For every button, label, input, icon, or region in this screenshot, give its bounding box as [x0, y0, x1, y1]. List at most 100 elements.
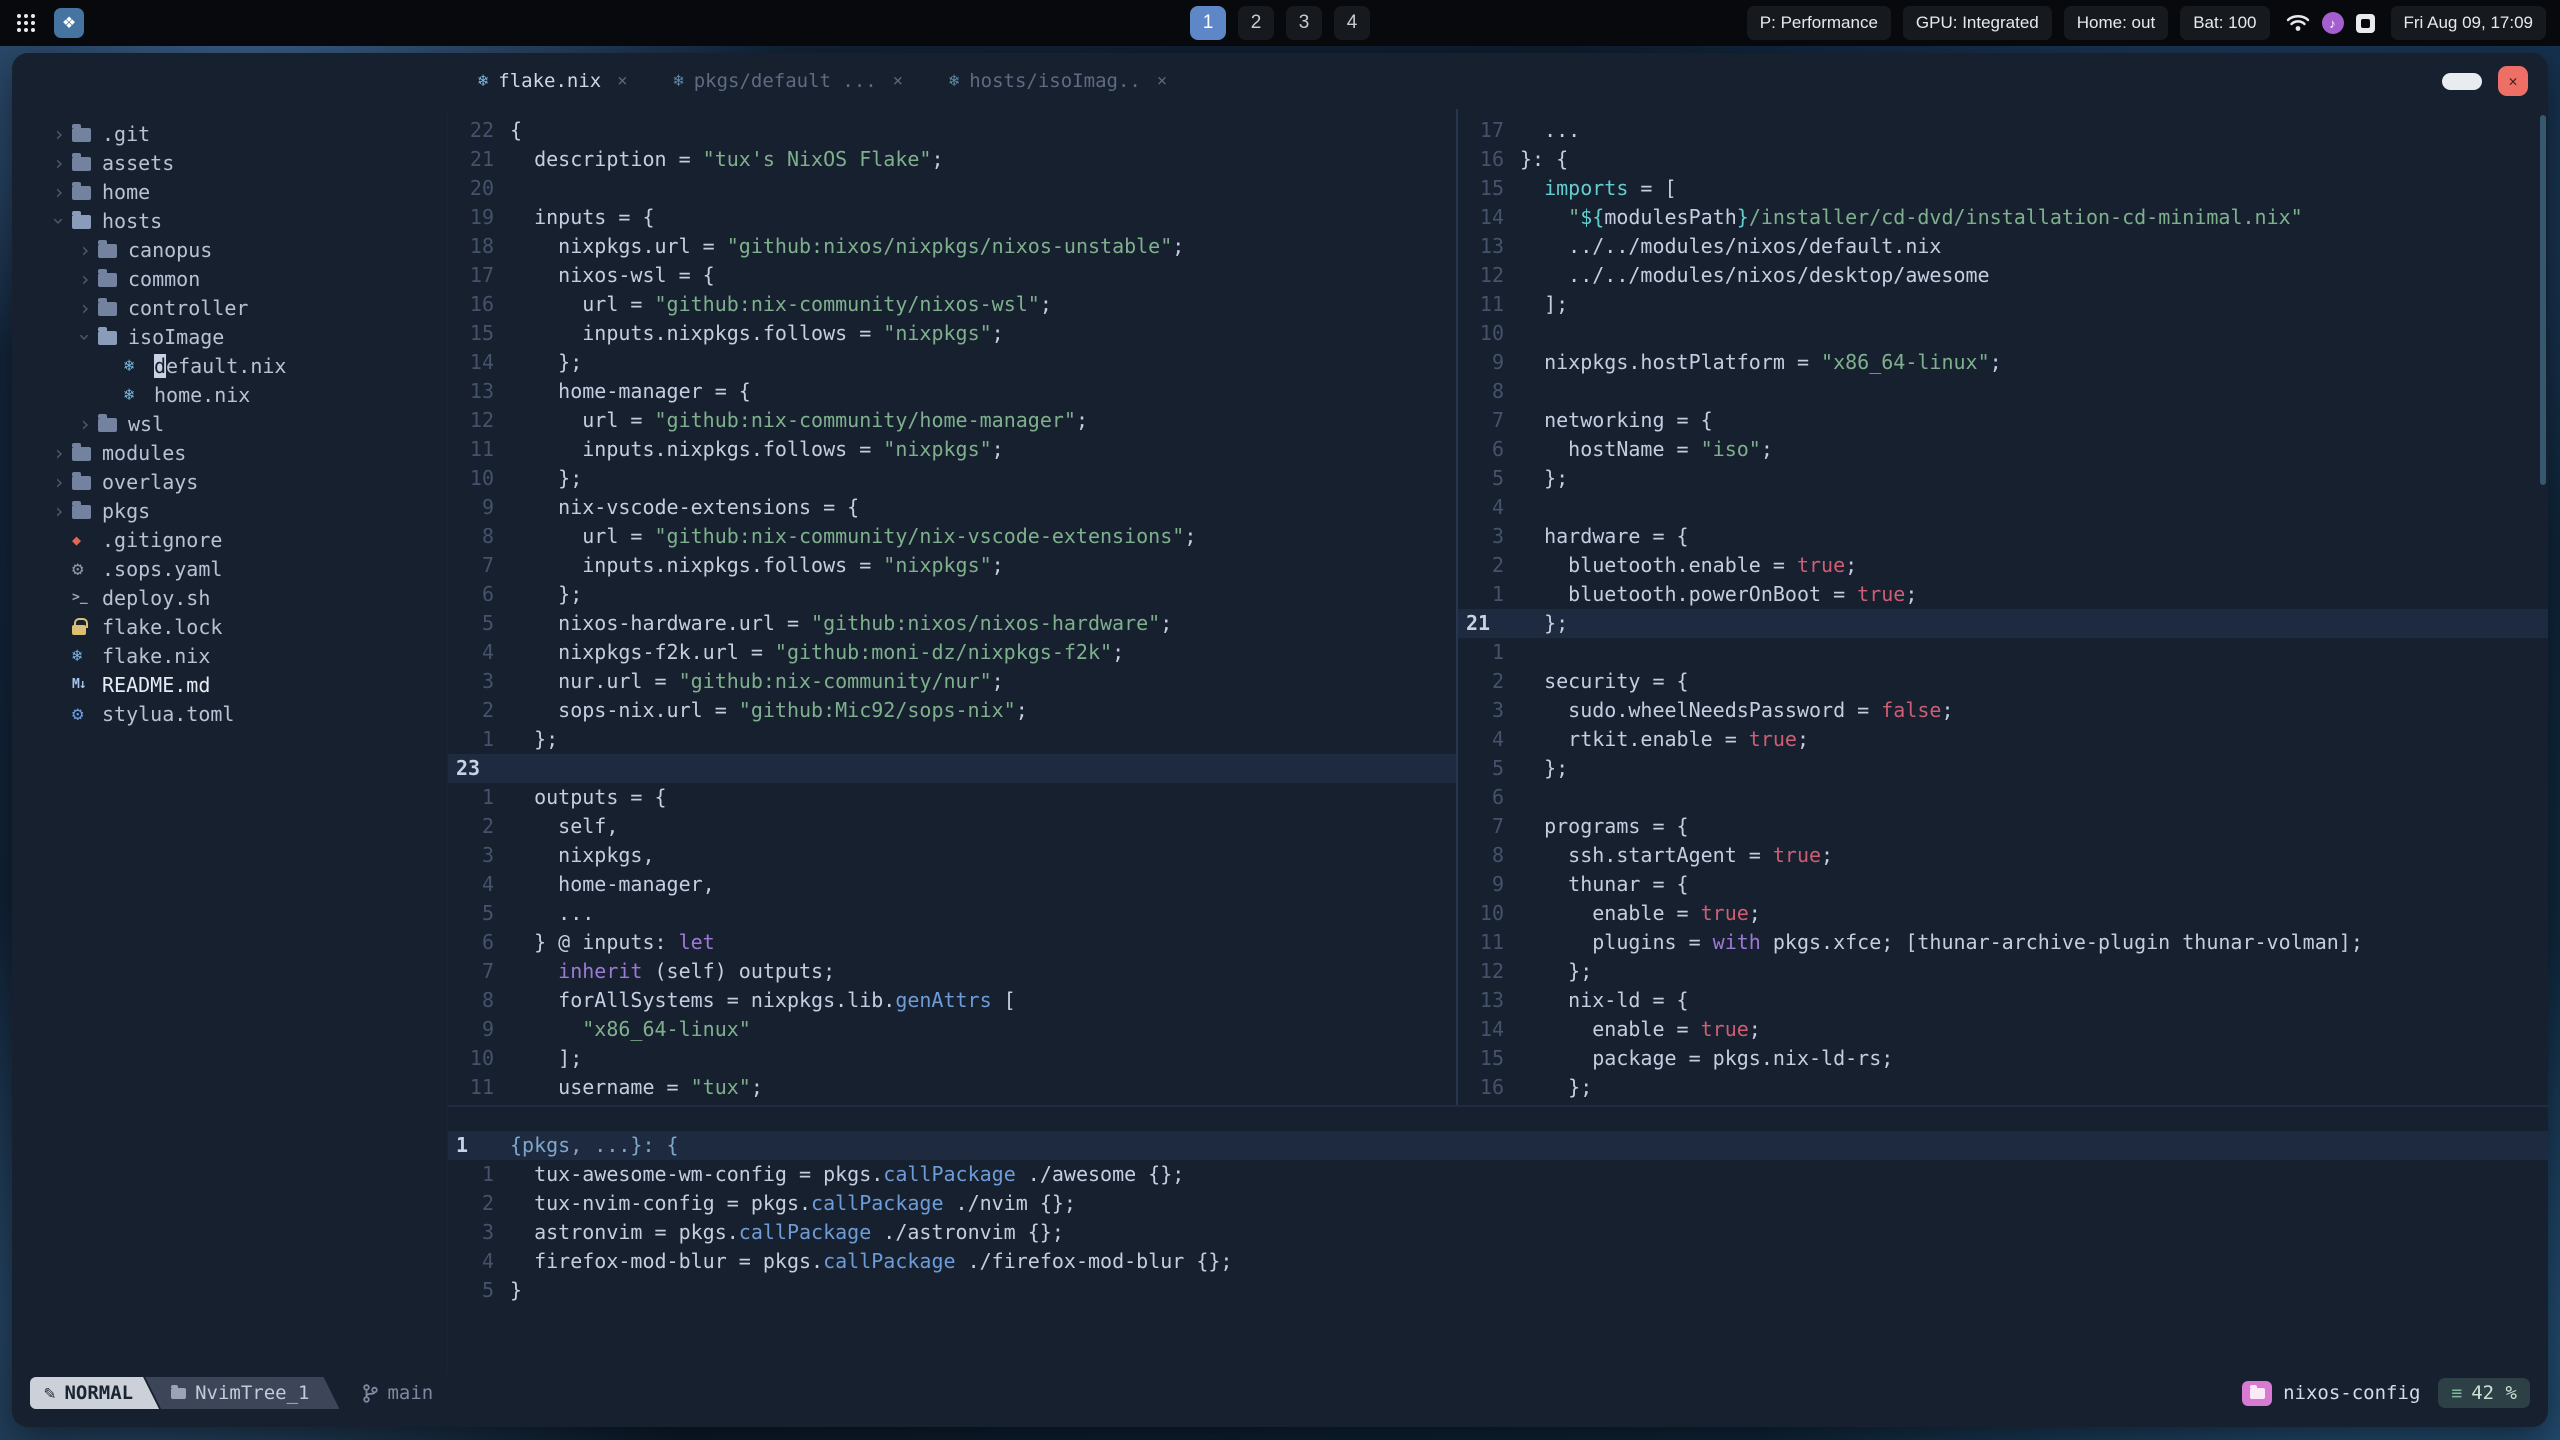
code-line: 7 networking = { [1458, 406, 2548, 435]
line-text: networking = { [1520, 408, 1713, 432]
media-icon[interactable]: ♪ [2321, 12, 2344, 34]
code-line: 2 bluetooth.enable = true; [1458, 551, 2548, 580]
line-text: }; [1520, 756, 1569, 780]
tree-item-hosts[interactable]: › hosts [12, 206, 447, 235]
tree-item-label: controller [128, 295, 249, 320]
editor-pane-pkgs[interactable]: 1 {pkgs, ...}: {1 tux-awesome-wm-config =… [448, 1107, 2548, 1373]
line-number: 16 [1479, 147, 1504, 171]
line-number: 9 [481, 495, 494, 519]
tab-flake-nix[interactable]: ❄ flake.nix × [478, 70, 627, 92]
chevron-right-icon: › [52, 469, 66, 494]
tree-item-overlays[interactable]: › overlays [12, 467, 447, 496]
line-text: } @ inputs: let [510, 930, 715, 954]
tree-item-home[interactable]: › home [12, 177, 447, 206]
tab-hosts-isoimag[interactable]: ❄ hosts/isoImag.. × [949, 70, 1167, 92]
display-icon[interactable] [2355, 13, 2375, 33]
code-line: 4 firefox-mod-blur = pkgs.callPackage ./… [448, 1247, 2548, 1276]
line-text: nix-vscode-extensions = { [510, 495, 860, 519]
tree-item-label: README.md [102, 672, 211, 697]
script-icon: >_ [72, 590, 88, 605]
code-line: 4 nixpkgs-f2k.url = "github:moni-dz/nixp… [448, 638, 1456, 667]
editor-pane-flake[interactable]: 22{21 description = "tux's NixOS Flake";… [448, 109, 1456, 1105]
code-line: 3 nur.url = "github:nix-community/nur"; [448, 667, 1456, 696]
code-line: 18 nixpkgs.url = "github:nixos/nixpkgs/n… [448, 232, 1456, 261]
editor-splits: 22{21 description = "tux's NixOS Flake";… [448, 109, 2548, 1373]
workspace-button-4[interactable]: 4 [1334, 6, 1370, 40]
line-number: 19 [469, 205, 494, 229]
workspace-switcher: 1234 [1190, 6, 1370, 40]
code-line: 4 rtkit.enable = true; [1458, 725, 2548, 754]
tree-item-readme-md[interactable]: M↓ README.md [12, 670, 447, 699]
line-text: inputs = { [510, 205, 655, 229]
line-text: }; [1520, 959, 1593, 983]
workspace-button-2[interactable]: 2 [1238, 6, 1274, 40]
tree-item-label: assets [102, 150, 175, 175]
tree-item-controller[interactable]: › controller [12, 293, 447, 322]
tree-item-sops-yaml[interactable]: ⚙ .sops.yaml [12, 554, 447, 583]
line-number: 3 [481, 669, 494, 693]
code-line: 5 ... [448, 899, 1456, 928]
tab-close-icon[interactable]: × [617, 71, 627, 91]
code-line: 6 [1458, 783, 2548, 812]
scrollbar-thumb[interactable] [2540, 115, 2546, 485]
tree-item-flake-nix[interactable]: ❄ flake.nix [12, 641, 447, 670]
line-number: 11 [469, 1075, 494, 1099]
wifi-icon[interactable] [2286, 13, 2310, 33]
logo-icon[interactable]: ❖ [54, 8, 84, 38]
window-controls: ✕ [2442, 66, 2528, 96]
line-number: 17 [469, 263, 494, 287]
file-explorer[interactable]: › .git › assets › home › hosts › canopus › common › c… [12, 109, 448, 1373]
code-line: 15 package = pkgs.nix-ld-rs; [1458, 1044, 2548, 1073]
workspace-button-3[interactable]: 3 [1286, 6, 1322, 40]
line-text: username = "tux"; [510, 1075, 763, 1099]
tree-item-isoimage[interactable]: › isoImage [12, 322, 447, 351]
line-number: 10 [1479, 901, 1504, 925]
line-text: nur.url = "github:nix-community/nur"; [510, 669, 1004, 693]
editor-pane-iso[interactable]: 17 ... 16}: {15 imports = [14 "${modulesP… [1458, 109, 2548, 1105]
code-line: 3 nixpkgs, [448, 841, 1456, 870]
tree-item-flake-lock[interactable]: flake.lock [12, 612, 447, 641]
line-text: sops-nix.url = "github:Mic92/sops-nix"; [510, 698, 1028, 722]
tab-close-icon[interactable]: × [1157, 71, 1167, 91]
line-number: 20 [469, 176, 494, 200]
app-launcher-icon[interactable] [14, 11, 38, 35]
workspace-button-1[interactable]: 1 [1190, 6, 1226, 40]
code-line: 3 hardware = { [1458, 522, 2548, 551]
toggle-pill[interactable] [2442, 72, 2482, 90]
tree-item-canopus[interactable]: › canopus [12, 235, 447, 264]
line-text: security = { [1520, 669, 1689, 693]
tree-item-label: home.nix [154, 382, 251, 407]
line-text: inputs.nixpkgs.follows = "nixpkgs"; [510, 321, 1004, 345]
tree-item-modules[interactable]: › modules [12, 438, 447, 467]
line-number: 4 [481, 872, 494, 896]
code-line: 10 enable = true; [1458, 899, 2548, 928]
scroll-progress: ≡ 42 % [2438, 1378, 2530, 1408]
tree-item-wsl[interactable]: › wsl [12, 409, 447, 438]
line-number: 3 [481, 1220, 494, 1244]
tree-item-assets[interactable]: › assets [12, 148, 447, 177]
tree-item-common[interactable]: › common [12, 264, 447, 293]
project-indicator: nixos-config [2242, 1380, 2420, 1406]
line-number: 21 [469, 147, 494, 171]
tree-item-gitignore[interactable]: ◆ .gitignore [12, 525, 447, 554]
code-line: 3 astronvim = pkgs.callPackage ./astronv… [448, 1218, 2548, 1247]
branch-icon [363, 1383, 379, 1403]
code-line: 13 ../../modules/nixos/default.nix [1458, 232, 2548, 261]
chevron-right-icon: › [78, 295, 92, 320]
tree-item-pkgs[interactable]: › pkgs [12, 496, 447, 525]
window-close-button[interactable]: ✕ [2498, 66, 2528, 96]
code-line: 7 programs = { [1458, 812, 2548, 841]
code-line: 1 bluetooth.powerOnBoot = true; [1458, 580, 2548, 609]
code-line: 5} [448, 1276, 2548, 1305]
tree-item-home-nix[interactable]: ❄ home.nix [12, 380, 447, 409]
tree-item-default-nix[interactable]: ❄ default.nix [12, 351, 447, 380]
tree-item-deploy-sh[interactable]: >_ deploy.sh [12, 583, 447, 612]
tree-item-git[interactable]: › .git [12, 119, 447, 148]
line-text: nixpkgs.hostPlatform = "x86_64-linux"; [1520, 350, 2002, 374]
line-text: hostName = "iso"; [1520, 437, 1773, 461]
folder-icon [72, 443, 102, 461]
tab-pkgs-default[interactable]: ❄ pkgs/default ... × [673, 70, 903, 92]
tree-item-stylua-toml[interactable]: ⚙ stylua.toml [12, 699, 447, 728]
tab-close-icon[interactable]: × [893, 71, 903, 91]
code-line: 9 "x86_64-linux" [448, 1015, 1456, 1044]
